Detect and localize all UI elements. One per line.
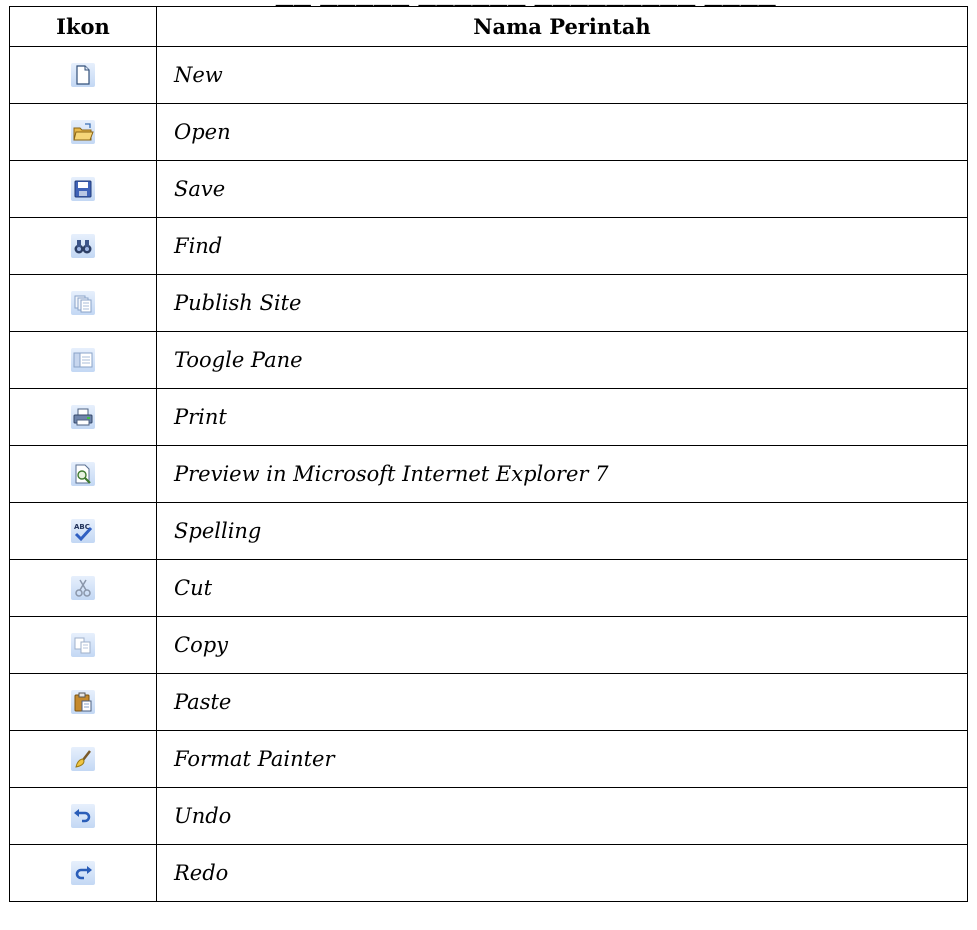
redo-arrow-icon [71, 861, 95, 885]
format-painter-brush-icon [71, 747, 95, 771]
header-icon-column: Ikon [9, 6, 157, 47]
command-name: Format Painter [156, 730, 968, 788]
toggle-pane-icon [71, 348, 95, 372]
printer-icon [71, 405, 95, 429]
command-name: Preview in Microsoft Internet Explorer 7 [156, 445, 968, 503]
find-binoculars-icon [71, 234, 95, 258]
command-name: New [156, 46, 968, 104]
command-name: Find [156, 217, 968, 275]
command-icon-table: Ikon Nama Perintah New Open Save Find Pu… [9, 6, 968, 902]
open-folder-icon [71, 120, 95, 144]
spelling-check-icon: ABC [71, 519, 95, 543]
command-name: Open [156, 103, 968, 161]
command-name: Undo [156, 787, 968, 845]
command-name: Save [156, 160, 968, 218]
copy-icon [71, 633, 95, 657]
command-name: Toogle Pane [156, 331, 968, 389]
command-name: Publish Site [156, 274, 968, 332]
header-name-column: Nama Perintah [156, 6, 968, 47]
table-row: Undo [9, 787, 968, 845]
publish-site-icon [71, 291, 95, 315]
table-row: Toogle Pane [9, 331, 968, 389]
cut-scissors-icon [71, 576, 95, 600]
new-document-icon [71, 63, 95, 87]
table-row: ABC Spelling [9, 502, 968, 560]
table-row: Save [9, 160, 968, 218]
table-row: Find [9, 217, 968, 275]
table-row: Copy [9, 616, 968, 674]
table-row: Cut [9, 559, 968, 617]
command-name: Print [156, 388, 968, 446]
command-name: Paste [156, 673, 968, 731]
command-name: Spelling [156, 502, 968, 560]
table-row: Format Painter [9, 730, 968, 788]
save-disk-icon [71, 177, 95, 201]
paste-clipboard-icon [71, 690, 95, 714]
command-name: Copy [156, 616, 968, 674]
command-name: Redo [156, 844, 968, 902]
table-row: Redo [9, 844, 968, 902]
table-row: Preview in Microsoft Internet Explorer 7 [9, 445, 968, 503]
table-row: New [9, 46, 968, 104]
table-row: Publish Site [9, 274, 968, 332]
table-row: Print [9, 388, 968, 446]
preview-browser-icon [71, 462, 95, 486]
undo-arrow-icon [71, 804, 95, 828]
table-row: Paste [9, 673, 968, 731]
table-row: Open [9, 103, 968, 161]
command-name: Cut [156, 559, 968, 617]
table-header-row: Ikon Nama Perintah [9, 6, 968, 47]
